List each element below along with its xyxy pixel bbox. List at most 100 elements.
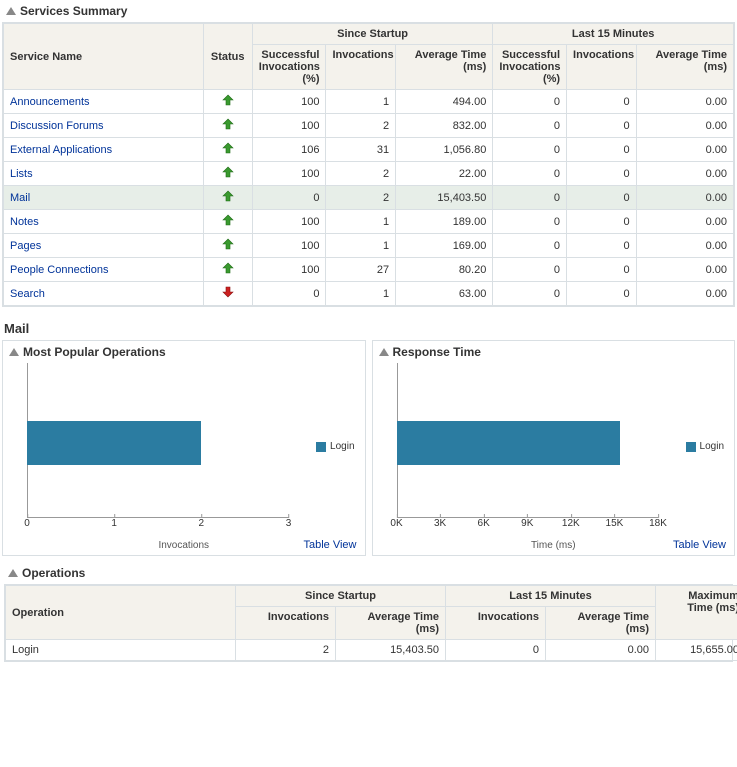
col-max: Maximum Time (ms) bbox=[656, 586, 737, 640]
collapse-toggle-icon[interactable] bbox=[8, 569, 18, 577]
col-ops-l-inv: Invocations bbox=[446, 607, 546, 640]
arrow-up-icon bbox=[222, 94, 234, 106]
chart-ticks: 0123 bbox=[27, 518, 289, 538]
table-row[interactable]: Notes1001189.00000.00 bbox=[4, 210, 734, 234]
collapse-toggle-icon[interactable] bbox=[9, 348, 19, 356]
axis-tick: 0K bbox=[390, 518, 402, 529]
cell-s-avg: 15,403.50 bbox=[396, 186, 493, 210]
cell-s-inv: 31 bbox=[326, 138, 396, 162]
chart-ticks: 0K3K6K9K12K15K18K bbox=[397, 518, 659, 538]
service-link[interactable]: Lists bbox=[4, 162, 204, 186]
status-cell bbox=[203, 90, 252, 114]
service-link[interactable]: External Applications bbox=[4, 138, 204, 162]
chart-popular-title: Most Popular Operations bbox=[23, 345, 166, 359]
cell-l-succ: 0 bbox=[493, 138, 567, 162]
arrow-up-icon bbox=[222, 166, 234, 178]
col-group-startup: Since Startup bbox=[236, 586, 446, 607]
cell-l-succ: 0 bbox=[493, 234, 567, 258]
cell-max: 15,655.00 bbox=[656, 640, 737, 661]
cell-s-succ: 100 bbox=[252, 162, 326, 186]
cell-s-inv: 1 bbox=[326, 210, 396, 234]
axis-tick: 3 bbox=[286, 518, 292, 529]
table-row[interactable]: Lists100222.00000.00 bbox=[4, 162, 734, 186]
cell-l-avg: 0.00 bbox=[636, 258, 733, 282]
cell-l-avg: 0.00 bbox=[636, 186, 733, 210]
status-cell bbox=[203, 162, 252, 186]
services-summary-panel: Service Name Status Since Startup Last 1… bbox=[2, 22, 735, 307]
service-link[interactable]: Mail bbox=[4, 186, 204, 210]
table-view-link[interactable]: Table View bbox=[673, 539, 726, 551]
cell-s-inv: 2 bbox=[326, 114, 396, 138]
col-startup-succ: Successful Invocations (%) bbox=[252, 45, 326, 90]
table-row[interactable]: Mail0215,403.50000.00 bbox=[4, 186, 734, 210]
col-group-startup: Since Startup bbox=[252, 24, 493, 45]
axis-tick: 2 bbox=[199, 518, 205, 529]
col-startup-inv: Invocations bbox=[326, 45, 396, 90]
chart-bar-login bbox=[27, 421, 201, 465]
cell-s-avg: 63.00 bbox=[396, 282, 493, 306]
col-operation: Operation bbox=[6, 586, 236, 640]
legend-swatch-icon bbox=[316, 442, 326, 452]
col-last15-inv: Invocations bbox=[567, 45, 637, 90]
cell-s-inv: 1 bbox=[326, 282, 396, 306]
cell-s-succ: 106 bbox=[252, 138, 326, 162]
cell-s-avg: 169.00 bbox=[396, 234, 493, 258]
cell-l-succ: 0 bbox=[493, 90, 567, 114]
axis-tick: 9K bbox=[521, 518, 533, 529]
col-ops-s-avg: Average Time (ms) bbox=[336, 607, 446, 640]
cell-l-inv: 0 bbox=[567, 114, 637, 138]
cell-l-inv: 0 bbox=[567, 210, 637, 234]
axis-tick: 6K bbox=[478, 518, 490, 529]
cell-l-avg: 0.00 bbox=[546, 640, 656, 661]
table-row[interactable]: External Applications106311,056.80000.00 bbox=[4, 138, 734, 162]
chart-response-panel: Response Time Login 0K3K6K9K12K15K18K Ti… bbox=[372, 340, 736, 556]
operations-table: Operation Since Startup Last 15 Minutes … bbox=[5, 585, 737, 661]
cell-s-succ: 100 bbox=[252, 114, 326, 138]
arrow-up-icon bbox=[222, 238, 234, 250]
chart-most-popular-panel: Most Popular Operations Login 0123 Invoc… bbox=[2, 340, 366, 556]
col-group-last15: Last 15 Minutes bbox=[446, 586, 656, 607]
table-row[interactable]: Search0163.00000.00 bbox=[4, 282, 734, 306]
service-link[interactable]: Notes bbox=[4, 210, 204, 234]
cell-l-inv: 0 bbox=[567, 162, 637, 186]
legend-label: Login bbox=[700, 441, 724, 452]
service-link[interactable]: Announcements bbox=[4, 90, 204, 114]
table-row[interactable]: Discussion Forums1002832.00000.00 bbox=[4, 114, 734, 138]
cell-l-avg: 0.00 bbox=[636, 138, 733, 162]
cell-l-inv: 0 bbox=[567, 186, 637, 210]
chart-response-title: Response Time bbox=[393, 345, 481, 359]
col-last15-succ: Successful Invocations (%) bbox=[493, 45, 567, 90]
cell-l-avg: 0.00 bbox=[636, 234, 733, 258]
collapse-toggle-icon[interactable] bbox=[379, 348, 389, 356]
table-row[interactable]: Login215,403.5000.0015,655.00 bbox=[6, 640, 737, 661]
chart-bar-login bbox=[397, 421, 621, 465]
cell-s-succ: 100 bbox=[252, 234, 326, 258]
axis-tick: 18K bbox=[649, 518, 667, 529]
cell-s-succ: 0 bbox=[252, 186, 326, 210]
service-link[interactable]: Discussion Forums bbox=[4, 114, 204, 138]
service-link[interactable]: Pages bbox=[4, 234, 204, 258]
cell-l-avg: 0.00 bbox=[636, 114, 733, 138]
cell-l-avg: 0.00 bbox=[636, 162, 733, 186]
cell-s-inv: 2 bbox=[236, 640, 336, 661]
cell-s-inv: 2 bbox=[326, 162, 396, 186]
table-view-link[interactable]: Table View bbox=[304, 539, 357, 551]
arrow-down-icon bbox=[222, 286, 234, 298]
status-cell bbox=[203, 258, 252, 282]
table-row[interactable]: Pages1001169.00000.00 bbox=[4, 234, 734, 258]
col-status: Status bbox=[203, 24, 252, 90]
cell-l-succ: 0 bbox=[493, 258, 567, 282]
collapse-toggle-icon[interactable] bbox=[6, 7, 16, 15]
table-row[interactable]: People Connections1002780.20000.00 bbox=[4, 258, 734, 282]
cell-l-succ: 0 bbox=[493, 162, 567, 186]
table-row[interactable]: Announcements1001494.00000.00 bbox=[4, 90, 734, 114]
service-link[interactable]: People Connections bbox=[4, 258, 204, 282]
arrow-up-icon bbox=[222, 214, 234, 226]
op-name: Login bbox=[6, 640, 236, 661]
service-link[interactable]: Search bbox=[4, 282, 204, 306]
cell-l-succ: 0 bbox=[493, 114, 567, 138]
cell-s-succ: 0 bbox=[252, 282, 326, 306]
arrow-up-icon bbox=[222, 190, 234, 202]
arrow-up-icon bbox=[222, 262, 234, 274]
chart-popular-area: Login 0123 bbox=[9, 363, 359, 538]
